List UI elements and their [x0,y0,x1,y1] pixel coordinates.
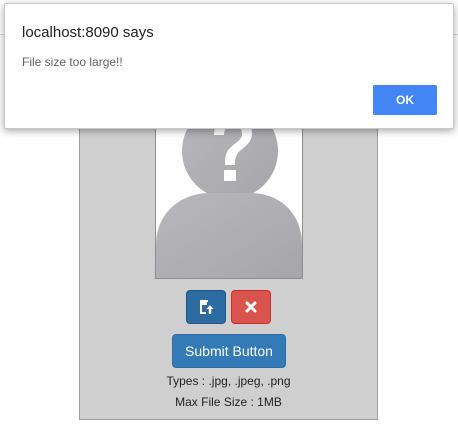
page: Submit Button Types : .jpg, .jpeg, .png … [0,0,458,432]
close-icon [245,301,257,313]
alert-dialog: localhost:8090 says File size too large!… [4,3,454,129]
ok-button[interactable]: OK [373,85,437,115]
submit-button[interactable]: Submit Button [172,334,286,368]
allowed-types-text: Types : .jpg, .jpeg, .png [166,374,291,388]
file-action-buttons [186,290,276,324]
max-file-size-text: Max File Size : 1MB [175,395,282,409]
dialog-message: File size too large!! [22,55,123,69]
image-preview [155,106,303,279]
upload-file-icon [200,300,214,314]
image-upload-card: Submit Button Types : .jpg, .jpeg, .png … [79,105,378,420]
upload-button[interactable] [186,290,226,324]
unknown-person-icon [156,107,302,278]
dialog-title: localhost:8090 says [22,24,154,41]
remove-button[interactable] [231,290,271,324]
